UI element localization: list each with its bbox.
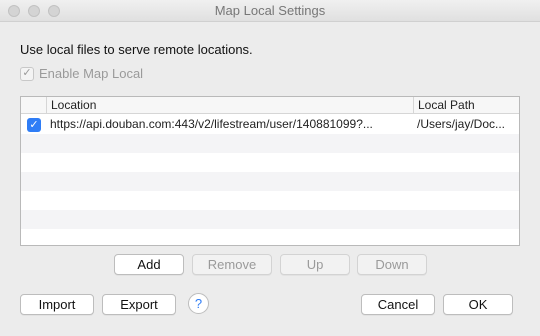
mappings-table: Location Local Path ✓ https://api.douban…	[20, 96, 520, 246]
table-header: Location Local Path	[21, 97, 519, 114]
row-enabled-checkbox[interactable]: ✓	[27, 118, 41, 132]
column-header-location[interactable]: Location	[46, 97, 413, 114]
import-button[interactable]: Import	[20, 294, 94, 315]
intro-text: Use local files to serve remote location…	[20, 42, 253, 57]
ok-button[interactable]: OK	[443, 294, 513, 315]
title-bar: Map Local Settings	[0, 0, 540, 22]
help-icon[interactable]: ?	[188, 293, 209, 314]
row-local-path: /Users/jay/Doc...	[417, 117, 506, 131]
empty-table-row	[21, 134, 519, 153]
map-local-settings-window: Map Local Settings Use local files to se…	[0, 0, 540, 336]
empty-table-row	[21, 191, 519, 210]
enable-map-local-checkbox[interactable]: ✓ Enable Map Local	[20, 66, 143, 81]
up-button[interactable]: Up	[280, 254, 350, 275]
row-location: https://api.douban.com:443/v2/lifestream…	[50, 117, 373, 131]
empty-table-row	[21, 229, 519, 245]
down-button[interactable]: Down	[357, 254, 427, 275]
column-header-local-path[interactable]: Local Path	[413, 97, 519, 114]
table-row[interactable]: ✓ https://api.douban.com:443/v2/lifestre…	[21, 115, 519, 134]
enable-map-local-label: Enable Map Local	[39, 66, 144, 81]
cancel-button[interactable]: Cancel	[361, 294, 435, 315]
checkbox-check-icon: ✓	[20, 66, 34, 81]
empty-table-row	[21, 210, 519, 229]
export-button[interactable]: Export	[102, 294, 176, 315]
remove-button[interactable]: Remove	[192, 254, 272, 275]
column-header-enabled[interactable]	[21, 97, 46, 114]
add-button[interactable]: Add	[114, 254, 184, 275]
empty-table-row	[21, 153, 519, 172]
window-title: Map Local Settings	[214, 3, 326, 18]
empty-table-row	[21, 172, 519, 191]
